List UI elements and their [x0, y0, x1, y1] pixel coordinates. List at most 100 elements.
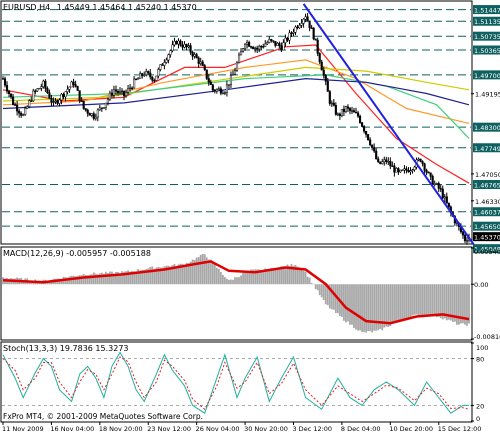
macd-histogram-bar: [266, 270, 269, 285]
price-level-label: 1.48300: [474, 124, 500, 132]
macd-histogram-bar: [215, 267, 218, 285]
macd-histogram-bar: [104, 271, 107, 285]
macd-histogram-bar: [367, 284, 370, 332]
candle-body: [215, 89, 218, 92]
candle-body: [98, 107, 101, 111]
macd-histogram-bar: [421, 284, 424, 316]
candle-body: [118, 90, 122, 93]
macd-histogram-bar: [411, 284, 414, 316]
stochastic-tick-label: 20: [476, 402, 484, 410]
candle-body: [250, 46, 253, 48]
macd-histogram-bar: [175, 266, 178, 285]
macd-histogram-bar: [415, 284, 418, 315]
stochastic-tick-label: 100: [476, 344, 488, 352]
candle-body: [171, 44, 174, 51]
candle-body: [401, 169, 404, 172]
candle-body: [88, 113, 91, 116]
candle-body: [352, 110, 356, 113]
macd-histogram-bar: [320, 284, 323, 298]
candle-body: [365, 131, 368, 135]
candle-body: [86, 109, 89, 114]
candle-body: [284, 37, 287, 43]
candle-body: [286, 37, 289, 41]
candle-body: [373, 147, 376, 152]
candle-body: [292, 31, 295, 34]
macd-histogram-bar: [149, 267, 152, 285]
candle-body: [244, 43, 247, 49]
candle-body: [439, 188, 442, 190]
candle-body: [163, 62, 166, 66]
candle-body: [375, 150, 378, 160]
candle-body: [272, 40, 275, 42]
macd-histogram-bar: [365, 284, 368, 333]
time-tick-label: 16 Nov 04:00: [50, 425, 94, 433]
candle-body: [70, 81, 73, 88]
macd-histogram-bar: [284, 267, 287, 285]
candle-body: [270, 39, 273, 41]
candle-body: [34, 90, 37, 93]
candle-body: [187, 45, 190, 48]
candle-body: [350, 110, 354, 112]
candle-body: [328, 91, 331, 104]
macd-histogram-bar: [232, 279, 234, 285]
candle-body: [189, 45, 192, 53]
price-level-label: 1.51447: [474, 7, 500, 15]
candle-body: [213, 89, 216, 92]
candle-body: [294, 26, 297, 33]
candle-body: [32, 90, 35, 102]
macd-histogram-bar: [183, 265, 186, 285]
macd-histogram-bar: [274, 269, 277, 285]
candle-body: [310, 27, 313, 29]
candle-body: [151, 76, 154, 81]
macd-histogram-bar: [359, 284, 361, 331]
price-panel: EURUSD,H4 1.45449 1.45464 1.45240 1.4537…: [0, 0, 475, 250]
ohlc-label: 1.45449 1.45464 1.45240 1.45370: [57, 3, 197, 12]
candle-body: [278, 43, 281, 47]
candle-body: [22, 114, 25, 116]
candle-body: [322, 69, 325, 76]
candle-body: [149, 72, 152, 78]
candle-body: [116, 90, 120, 93]
candle-body: [221, 92, 224, 95]
macd-histogram-bar: [316, 284, 319, 291]
macd-histogram-bar: [375, 284, 378, 331]
candle-body: [145, 71, 148, 76]
time-axis: 11 Nov 2009 16 Nov 04:00 18 Nov 20:00 23 No…: [2, 422, 481, 433]
candle-body: [342, 108, 345, 112]
candle-body: [344, 106, 347, 112]
macd-histogram-bar: [387, 284, 390, 327]
macd-histogram-bar: [324, 284, 327, 305]
candle-body: [161, 64, 164, 66]
macd-histogram-bar: [82, 273, 85, 285]
candle-body: [68, 86, 71, 90]
candle-body: [437, 183, 440, 189]
macd-histogram-bar: [389, 284, 392, 327]
macd-histogram-bar: [393, 284, 396, 324]
macd-histogram-bar: [353, 284, 355, 328]
macd-histogram-bar: [230, 279, 232, 285]
candle-body: [363, 126, 366, 132]
macd-histogram-bar: [468, 284, 470, 324]
macd-histogram-bar: [351, 284, 353, 325]
macd-histogram-bar: [240, 275, 242, 285]
macd-histogram-bar: [217, 268, 220, 285]
candle-body: [106, 98, 109, 104]
candle-body: [409, 170, 412, 173]
candle-body: [193, 54, 196, 57]
macd-histogram-bar: [244, 272, 246, 285]
candle-body: [24, 107, 27, 116]
macd-histogram-bar: [405, 284, 408, 319]
candle-body: [209, 81, 212, 85]
macd-histogram-bar: [349, 284, 351, 325]
macd-histogram-bar: [369, 284, 372, 332]
candle-body: [280, 45, 283, 51]
price-level-label: 1.47749: [474, 145, 500, 153]
macd-histogram-bar: [383, 284, 386, 328]
candle-body: [369, 139, 372, 146]
candle-body: [14, 104, 17, 106]
candle-body: [90, 113, 93, 116]
candle-body: [256, 47, 259, 50]
macd-tick-label: 0.00540: [474, 248, 500, 256]
price-header: EURUSD,H4 1.45449 1.45464 1.45240 1.4537…: [3, 3, 197, 12]
macd-histogram-bar: [363, 284, 366, 332]
